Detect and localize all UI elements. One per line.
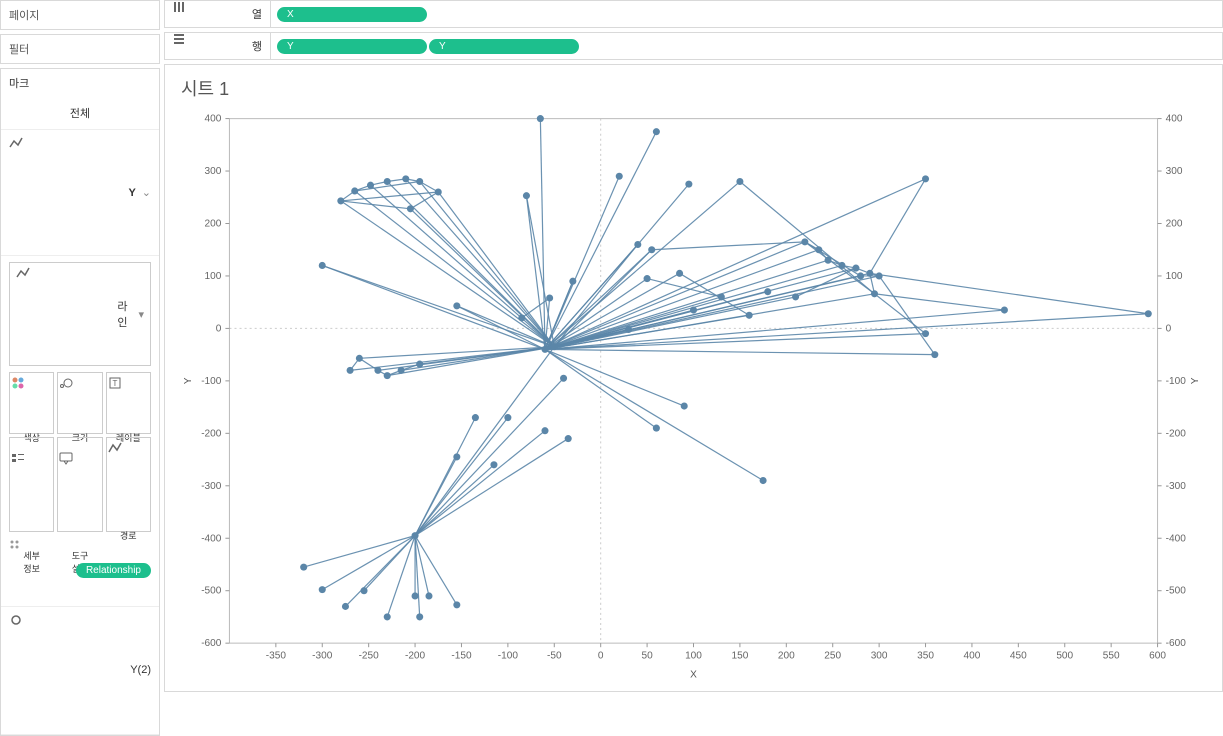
svg-text:-350: -350 xyxy=(266,650,287,661)
svg-text:400: 400 xyxy=(964,650,981,661)
svg-text:500: 500 xyxy=(1056,650,1073,661)
label-icon: T xyxy=(107,376,150,429)
svg-text:-300: -300 xyxy=(201,481,222,492)
size-icon xyxy=(58,376,101,429)
column-pill-x[interactable]: X xyxy=(277,7,427,22)
columns-icon xyxy=(173,1,246,27)
svg-text:-400: -400 xyxy=(1166,533,1187,544)
svg-text:100: 100 xyxy=(685,650,702,661)
row-pill-y1[interactable]: Y xyxy=(277,39,427,54)
svg-text:X: X xyxy=(690,669,697,680)
svg-text:-600: -600 xyxy=(201,638,222,649)
detail-icon xyxy=(10,451,53,537)
tooltip-icon xyxy=(58,451,101,537)
viz-area: 시트 1 -350-300-250-200-150-100-5005010015… xyxy=(164,64,1223,692)
svg-text:-100: -100 xyxy=(498,650,519,661)
marks-y2-row[interactable]: Y(2) xyxy=(1,606,159,735)
svg-text:-50: -50 xyxy=(547,650,562,661)
sheet-title[interactable]: 시트 1 xyxy=(181,75,1208,101)
svg-text:250: 250 xyxy=(824,650,841,661)
size-button[interactable]: 크기 xyxy=(57,372,102,434)
label-button[interactable]: T 레이블 xyxy=(106,372,151,434)
line-icon xyxy=(16,266,111,361)
path-icon xyxy=(107,441,150,527)
detail-button[interactable]: 세부 정보 xyxy=(9,437,54,532)
svg-text:100: 100 xyxy=(1166,271,1183,282)
svg-text:-200: -200 xyxy=(201,428,222,439)
svg-text:150: 150 xyxy=(731,650,748,661)
svg-text:200: 200 xyxy=(1166,219,1183,230)
svg-text:Y: Y xyxy=(1190,377,1201,384)
marks-y-label: Y xyxy=(128,187,135,199)
marks-title: 마크 xyxy=(1,69,159,97)
svg-text:300: 300 xyxy=(205,166,222,177)
svg-text:300: 300 xyxy=(1166,166,1183,177)
row-pill-y2[interactable]: Y xyxy=(429,39,579,54)
path-button[interactable]: 경로 xyxy=(106,437,151,532)
svg-text:-400: -400 xyxy=(201,533,222,544)
svg-text:0: 0 xyxy=(1166,323,1172,334)
line-icon xyxy=(9,136,122,249)
rows-icon xyxy=(173,33,246,59)
chart[interactable]: -350-300-250-200-150-100-500501001502002… xyxy=(179,105,1208,687)
tooltip-button[interactable]: 도구 설명 xyxy=(57,437,102,532)
detail-icon xyxy=(9,539,72,602)
mark-type-select[interactable]: 라인 ▾ xyxy=(9,262,151,365)
svg-text:-150: -150 xyxy=(451,650,472,661)
svg-text:350: 350 xyxy=(917,650,934,661)
marks-all-button[interactable]: 전체 xyxy=(1,97,159,129)
rows-shelf[interactable]: 행 Y Y xyxy=(164,32,1223,60)
svg-text:400: 400 xyxy=(205,114,222,125)
columns-shelf[interactable]: 열 X xyxy=(164,0,1223,28)
color-button[interactable]: 색상 xyxy=(9,372,54,434)
svg-text:-250: -250 xyxy=(359,650,380,661)
filters-shelf[interactable]: 필터 xyxy=(0,34,160,64)
svg-text:-500: -500 xyxy=(201,586,222,597)
svg-text:300: 300 xyxy=(871,650,888,661)
svg-text:200: 200 xyxy=(778,650,795,661)
filters-title: 필터 xyxy=(1,35,159,63)
svg-text:400: 400 xyxy=(1166,114,1183,125)
svg-text:0: 0 xyxy=(216,323,222,334)
svg-text:-500: -500 xyxy=(1166,586,1187,597)
svg-text:-300: -300 xyxy=(312,650,333,661)
marks-card: 마크 전체 Y ⌄ 라인 ▾ 색상 크기 T 레이블 xyxy=(0,68,160,736)
circle-icon xyxy=(9,613,124,728)
relationship-pill[interactable]: Relationship xyxy=(76,563,151,578)
svg-text:Y: Y xyxy=(183,377,194,384)
svg-text:550: 550 xyxy=(1103,650,1120,661)
pages-title: 페이지 xyxy=(1,1,159,29)
svg-text:-200: -200 xyxy=(1166,428,1187,439)
rows-label: 행 xyxy=(165,33,271,59)
chevron-down-icon: ⌄ xyxy=(142,186,151,199)
svg-text:0: 0 xyxy=(598,650,604,661)
svg-text:100: 100 xyxy=(205,271,222,282)
svg-text:50: 50 xyxy=(641,650,653,661)
svg-text:200: 200 xyxy=(205,219,222,230)
svg-text:450: 450 xyxy=(1010,650,1027,661)
marks-y-row[interactable]: Y ⌄ xyxy=(1,129,159,256)
columns-label: 열 xyxy=(165,1,271,27)
svg-text:600: 600 xyxy=(1149,650,1166,661)
marks-y2-label: Y(2) xyxy=(130,664,151,676)
color-icon xyxy=(10,376,53,429)
svg-text:-600: -600 xyxy=(1166,638,1187,649)
svg-text:T: T xyxy=(112,379,117,388)
mark-type-label: 라인 xyxy=(117,298,132,330)
svg-text:-300: -300 xyxy=(1166,481,1187,492)
svg-text:-200: -200 xyxy=(405,650,426,661)
pages-shelf[interactable]: 페이지 xyxy=(0,0,160,30)
svg-text:-100: -100 xyxy=(1166,376,1187,387)
dropdown-icon: ▾ xyxy=(138,308,144,321)
svg-text:-100: -100 xyxy=(201,376,222,387)
